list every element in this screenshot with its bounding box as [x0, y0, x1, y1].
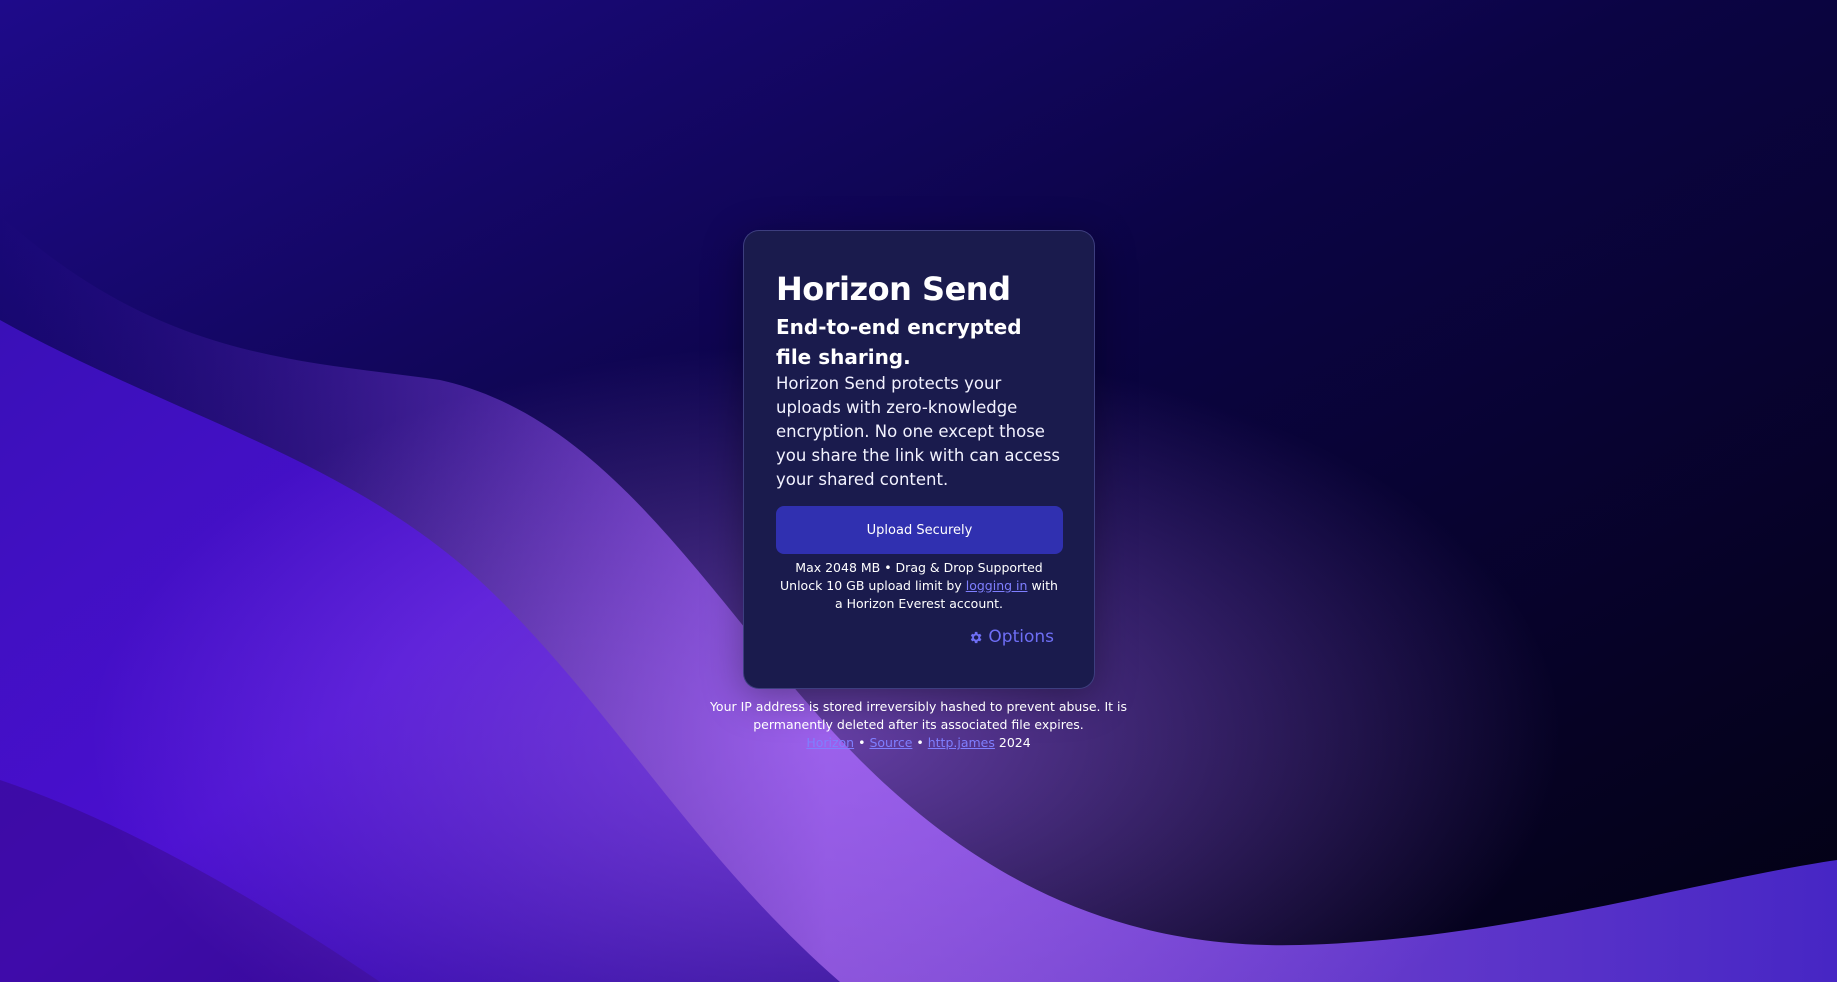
gear-icon [968, 630, 983, 645]
options-label: Options [988, 627, 1054, 647]
page-subtitle: End-to-end encrypted file sharing. [776, 315, 1022, 369]
copyright-year: 2024 [998, 735, 1031, 750]
upload-info: Max 2048 MB • Drag & Drop Supported Unlo… [776, 559, 1062, 613]
source-link[interactable]: Source [869, 735, 912, 750]
options-button[interactable]: Options [968, 627, 1054, 647]
description-text: Horizon Send protects your uploads with … [776, 374, 1061, 489]
footer: Your IP address is stored irreversibly h… [700, 698, 1137, 752]
upload-card: Horizon Send End-to-end encrypted file s… [743, 230, 1095, 689]
privacy-notice: Your IP address is stored irreversibly h… [709, 699, 1128, 732]
unlock-prefix: Unlock 10 GB upload limit by [780, 578, 962, 593]
upload-securely-button[interactable]: Upload Securely [776, 506, 1063, 554]
separator: • [916, 735, 924, 750]
page-title: Horizon Send [776, 270, 1011, 308]
upload-limits: Max 2048 MB • Drag & Drop Supported [795, 560, 1043, 575]
unlock-limit-text: Unlock 10 GB upload limit by logging in … [776, 577, 1062, 613]
footer-links: Horizon • Source • http.james 2024 [700, 734, 1137, 752]
separator: • [858, 735, 866, 750]
author-link[interactable]: http.james [928, 735, 995, 750]
horizon-link[interactable]: Horizon [806, 735, 854, 750]
login-link[interactable]: logging in [966, 578, 1028, 593]
